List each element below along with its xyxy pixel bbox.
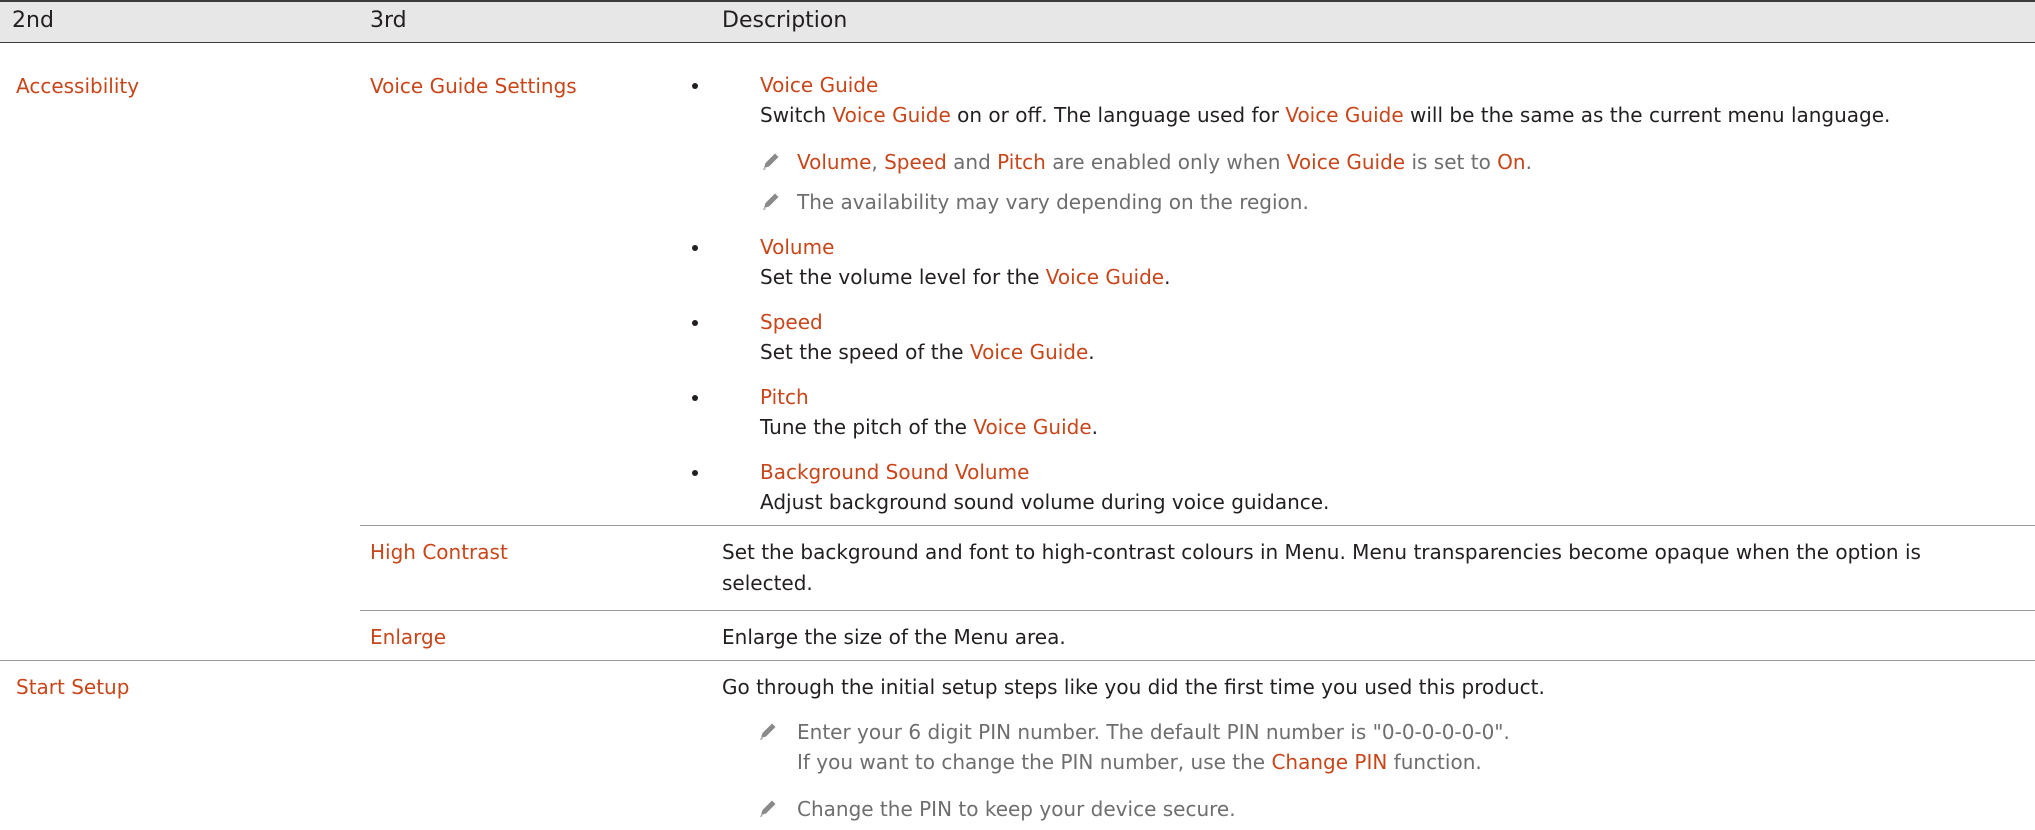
voice-guide-note-region: The availability may vary depending on t…	[797, 190, 1309, 214]
bullet-icon	[692, 320, 698, 326]
bullet-icon	[692, 470, 698, 476]
background-sound-title: Background Sound Volume	[760, 460, 1030, 484]
pitch-desc-text: Tune the pitch of the	[760, 415, 974, 439]
pencil-icon	[763, 193, 779, 210]
change-pin-link: Change PIN	[1271, 750, 1388, 774]
voice-guide-desc-text-3: will be the same as the current menu lan…	[1403, 103, 1891, 127]
speed-desc-link: Voice Guide	[969, 340, 1089, 364]
speed-desc-end: .	[1088, 340, 1095, 364]
voice-guide-desc-text-1: Switch	[760, 103, 833, 127]
start-setup-note-secure: Change the PIN to keep your device secur…	[797, 797, 1236, 821]
voice-guide-desc-link-2: Voice Guide	[1285, 103, 1404, 127]
note-sep-3: are enabled only when	[1045, 150, 1287, 174]
note-pitch-link: Pitch	[997, 150, 1046, 174]
bullet-icon	[692, 395, 698, 401]
volume-desc-text: Set the volume level for the	[760, 265, 1046, 289]
pin-note-text-b: function.	[1387, 750, 1482, 774]
volume-title: Volume	[760, 235, 835, 259]
pitch-desc-end: .	[1091, 415, 1098, 439]
voice-guide-note-enabled: Volume, Speed and Pitch are enabled only…	[797, 147, 1532, 177]
table-header-row: 2nd 3rd Description	[0, 0, 2035, 43]
note-on-link: On	[1497, 150, 1526, 174]
header-3rd: 3rd	[370, 8, 407, 33]
pencil-icon	[760, 800, 776, 817]
row-label-high-contrast[interactable]: High Contrast	[370, 537, 508, 567]
header-2nd: 2nd	[12, 8, 54, 33]
bullet-icon	[692, 245, 698, 251]
speed-description: Set the speed of the Voice Guide.	[760, 337, 1095, 367]
bullet-icon	[692, 83, 698, 89]
voice-guide-description: Switch Voice Guide on or off. The langua…	[760, 100, 1890, 130]
start-setup-note-pin-line-2: If you want to change the PIN number, us…	[797, 747, 1482, 777]
note-speed-link: Speed	[884, 150, 947, 174]
pitch-description: Tune the pitch of the Voice Guide.	[760, 412, 1098, 442]
note-volume-link: Volume	[797, 150, 872, 174]
row-divider	[0, 660, 2035, 661]
high-contrast-desc-line-1: Set the background and font to high-cont…	[722, 540, 1921, 564]
pitch-title: Pitch	[760, 385, 809, 409]
pitch-desc-link: Voice Guide	[973, 415, 1092, 439]
speed-title: Speed	[760, 310, 823, 334]
note-sep-4: is set to	[1405, 150, 1498, 174]
start-setup-description: Go through the initial setup steps like …	[722, 675, 1545, 699]
settings-table: 2nd 3rd Description Accessibility Start …	[0, 0, 2035, 830]
pin-note-text: Enter your 6 digit PIN number. The defau…	[797, 720, 1510, 744]
volume-description: Set the volume level for the Voice Guide…	[760, 262, 1170, 292]
row-divider	[360, 610, 2035, 611]
volume-desc-link: Voice Guide	[1045, 265, 1165, 289]
note-voice-guide-link: Voice Guide	[1286, 150, 1406, 174]
row-label-start-setup[interactable]: Start Setup	[16, 672, 129, 702]
voice-guide-desc-link-1: Voice Guide	[832, 103, 951, 127]
note-sep-1: ,	[871, 150, 885, 174]
row-label-voice-guide-settings[interactable]: Voice Guide Settings	[370, 71, 577, 101]
high-contrast-desc-line-2: selected.	[722, 571, 813, 595]
voice-guide-desc-text-2: on or off. The language used for	[950, 103, 1286, 127]
pencil-icon	[763, 153, 779, 170]
pin-note-text-a: If you want to change the PIN number, us…	[797, 750, 1272, 774]
row-divider	[360, 525, 2035, 526]
background-sound-description: Adjust background sound volume during vo…	[760, 490, 1330, 514]
row-label-enlarge[interactable]: Enlarge	[370, 622, 446, 652]
speed-desc-text: Set the speed of the	[760, 340, 970, 364]
header-description: Description	[722, 8, 848, 33]
volume-desc-end: .	[1164, 265, 1171, 289]
row-label-accessibility[interactable]: Accessibility	[16, 71, 139, 101]
enlarge-description: Enlarge the size of the Menu area.	[722, 625, 1066, 649]
note-sep-2: and	[946, 150, 998, 174]
voice-guide-title: Voice Guide	[760, 73, 879, 97]
note-sep-5: .	[1525, 150, 1532, 174]
start-setup-note-pin-line-1: Enter your 6 digit PIN number. The defau…	[760, 717, 1510, 747]
